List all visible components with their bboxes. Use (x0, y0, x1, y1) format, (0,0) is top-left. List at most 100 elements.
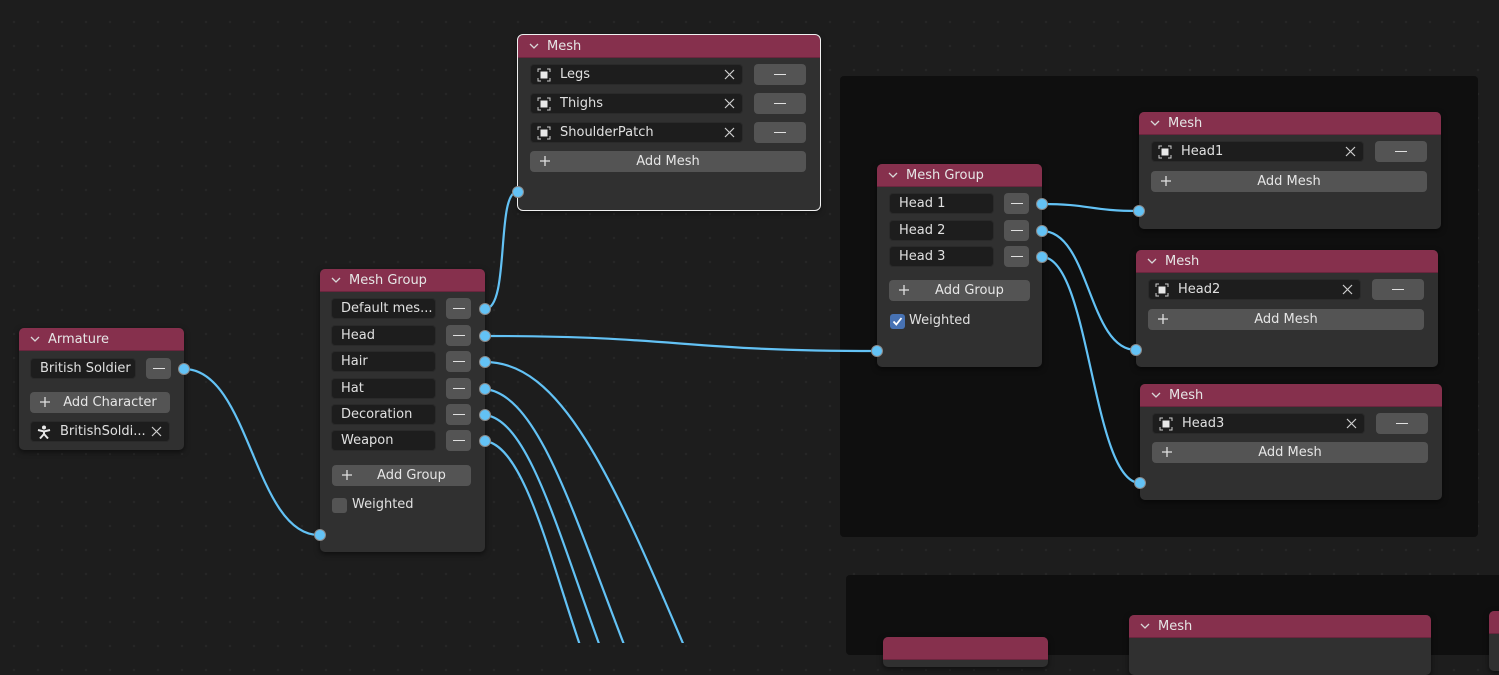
group-name-field[interactable]: Hat (331, 378, 436, 399)
mesh-input-socket[interactable] (1134, 477, 1146, 489)
group-name-field[interactable]: Decoration (331, 404, 436, 425)
mesh-object-field[interactable]: ShoulderPatch (530, 122, 743, 143)
group-output-socket[interactable] (479, 383, 491, 395)
node-header[interactable]: Armature (19, 328, 184, 351)
link-default-to-mesh[interactable] (484, 190, 518, 311)
add-character-button[interactable]: Add Character (30, 392, 170, 413)
node-header[interactable]: Mesh (1140, 384, 1442, 407)
add-mesh-button[interactable]: Add Mesh (1152, 442, 1428, 463)
chevron-down-icon[interactable] (1150, 389, 1162, 401)
add-mesh-button[interactable]: Add Mesh (1151, 171, 1427, 192)
remove-group-button[interactable] (446, 404, 471, 425)
mesh-node[interactable]: Mesh (1129, 615, 1431, 675)
node-header[interactable]: Mesh (1139, 112, 1441, 135)
group-name-field[interactable]: Head 1 (889, 193, 994, 214)
mesh-group-input-socket[interactable] (314, 529, 326, 541)
remove-mesh-button[interactable] (1372, 279, 1424, 300)
chevron-down-icon[interactable] (1149, 117, 1161, 129)
group-name-field[interactable]: Head 3 (889, 246, 994, 267)
partial-node[interactable] (883, 637, 1048, 667)
mesh-node[interactable]: Mesh Head3 Add Mesh (1140, 384, 1442, 500)
armature-node[interactable]: Armature British Soldier Add Character B… (19, 328, 184, 450)
mesh-node[interactable]: Mesh Head1 Add Mesh (1139, 112, 1441, 229)
remove-group-button[interactable] (446, 325, 471, 346)
x-icon[interactable] (1346, 418, 1357, 429)
add-group-button[interactable]: Add Group (889, 280, 1030, 301)
armature-output-socket[interactable] (178, 363, 190, 375)
node-header[interactable] (883, 637, 1048, 660)
mesh-group-input-socket[interactable] (871, 345, 883, 357)
group-output-socket[interactable] (479, 356, 491, 368)
remove-group-button[interactable] (446, 430, 471, 451)
node-header[interactable]: Mesh (1129, 615, 1431, 638)
chevron-down-icon[interactable] (1139, 620, 1151, 632)
x-icon[interactable] (1345, 146, 1356, 157)
node-header[interactable]: Mesh Group (877, 164, 1042, 187)
mesh-input-socket[interactable] (1130, 344, 1142, 356)
x-icon[interactable] (724, 69, 735, 80)
link-hair[interactable] (484, 360, 690, 643)
node-header[interactable]: Mesh Group (320, 269, 485, 292)
mesh-node[interactable]: Mesh Head2 Add Mesh (1136, 250, 1438, 367)
remove-mesh-button[interactable] (754, 122, 806, 143)
group-name-field[interactable]: Head (331, 325, 436, 346)
weighted-checkbox[interactable] (890, 314, 905, 329)
remove-mesh-button[interactable] (754, 93, 806, 114)
link-armature-to-meshgroup[interactable] (183, 367, 320, 537)
group-name-field[interactable]: Weapon (331, 430, 436, 451)
mesh-object-field[interactable]: Legs (530, 64, 743, 85)
chevron-down-icon[interactable] (330, 274, 342, 286)
remove-character-button[interactable] (146, 358, 171, 379)
x-icon[interactable] (724, 98, 735, 109)
chevron-down-icon[interactable] (1146, 255, 1158, 267)
x-icon[interactable] (1342, 284, 1353, 295)
group-output-socket[interactable] (479, 409, 491, 421)
link-head1[interactable] (1041, 202, 1140, 213)
weighted-checkbox[interactable] (332, 498, 347, 513)
mesh-group-node[interactable]: Mesh Group Head 1 Head 2 Head 3 Add Grou… (877, 164, 1042, 367)
remove-mesh-button[interactable] (1376, 413, 1428, 434)
node-header[interactable] (1489, 611, 1499, 634)
add-mesh-button[interactable]: Add Mesh (1148, 309, 1424, 330)
mesh-object-field[interactable]: Head3 (1152, 413, 1365, 434)
chevron-down-icon[interactable] (29, 333, 41, 345)
partial-node[interactable] (1489, 611, 1499, 671)
remove-group-button[interactable] (446, 378, 471, 399)
mesh-object-field[interactable]: Thighs (530, 93, 743, 114)
group-name-field[interactable]: Head 2 (889, 220, 994, 241)
group-name-field[interactable]: Default mes... (331, 298, 436, 319)
add-mesh-button[interactable]: Add Mesh (530, 151, 806, 172)
group-output-socket[interactable] (1036, 225, 1048, 237)
node-header[interactable]: Mesh (1136, 250, 1438, 273)
remove-group-button[interactable] (1004, 220, 1029, 241)
link-head2[interactable] (1041, 229, 1137, 352)
x-icon[interactable] (724, 127, 735, 138)
group-output-socket[interactable] (479, 435, 491, 447)
mesh-node[interactable]: Mesh Legs Thighs ShoulderPatch Add Mesh (517, 34, 821, 211)
remove-group-button[interactable] (1004, 246, 1029, 267)
mesh-group-node[interactable]: Mesh Group Default mes... Head Hair Hat … (320, 269, 485, 552)
group-output-socket[interactable] (1036, 198, 1048, 210)
mesh-input-socket[interactable] (1133, 205, 1145, 217)
group-output-socket[interactable] (479, 303, 491, 315)
group-name-field[interactable]: Hair (331, 351, 436, 372)
x-icon[interactable] (151, 426, 162, 437)
remove-group-button[interactable] (446, 298, 471, 319)
remove-mesh-button[interactable] (1375, 141, 1427, 162)
mesh-input-socket[interactable] (512, 186, 524, 198)
remove-group-button[interactable] (446, 351, 471, 372)
add-group-button[interactable]: Add Group (332, 465, 471, 486)
group-output-socket[interactable] (1036, 251, 1048, 263)
group-output-socket[interactable] (479, 330, 491, 342)
remove-group-button[interactable] (1004, 193, 1029, 214)
chevron-down-icon[interactable] (887, 169, 899, 181)
mesh-object-field[interactable]: Head2 (1148, 279, 1361, 300)
link-head3[interactable] (1041, 255, 1141, 485)
mesh-object-field[interactable]: Head1 (1151, 141, 1364, 162)
link-head-to-meshgroup2[interactable] (484, 334, 878, 353)
armature-object-field[interactable]: BritishSoldi... (30, 421, 170, 442)
remove-mesh-button[interactable] (754, 64, 806, 85)
chevron-down-icon[interactable] (528, 40, 540, 52)
character-name-field[interactable]: British Soldier (30, 358, 136, 379)
node-header[interactable]: Mesh (518, 35, 820, 58)
